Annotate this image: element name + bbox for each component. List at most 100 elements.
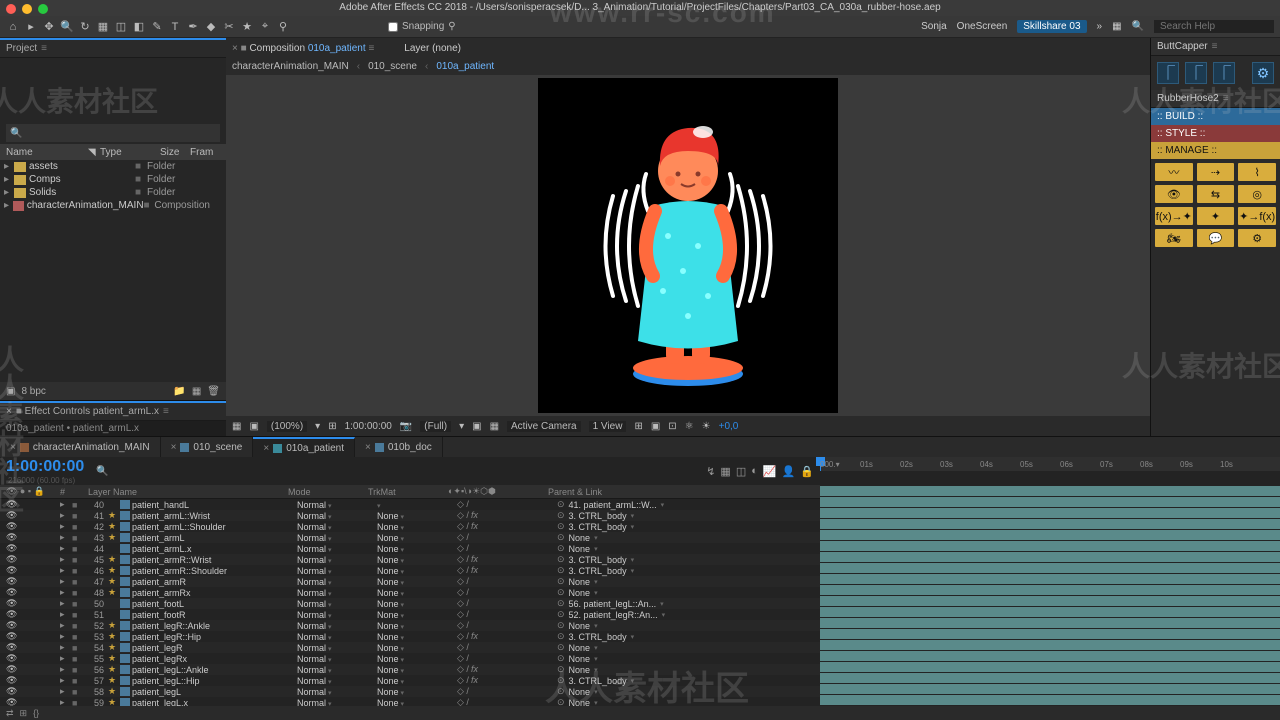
layer-row[interactable]: 👁 ▸ ■ 58 ★ patient_legL Normal None ◇ / … [0,686,820,697]
col-size[interactable]: Size [160,147,190,158]
project-item[interactable]: ▸ Solids ■ Folder [0,186,226,199]
local-axis-icon[interactable]: ⚲ [276,20,290,34]
panel-menu-icon[interactable]: ≡ [41,43,47,54]
twisty-icon[interactable]: ▸ [60,587,72,598]
label-color-icon[interactable]: ■ [72,577,80,587]
shape-tool-icon[interactable]: ◧ [132,20,146,34]
rh-target-icon[interactable]: ◎ [1238,185,1276,203]
layer-switches[interactable]: ◇ / [457,532,557,543]
parent-dropdown[interactable]: 3. CTRL_body [557,521,820,532]
trkmat-dropdown[interactable]: None [377,577,457,587]
twisty-icon[interactable]: ▸ [60,609,72,620]
trkmat-dropdown[interactable]: None [377,687,457,697]
label-color-icon[interactable]: ■ [72,588,80,598]
views-dropdown[interactable]: 1 View [589,421,627,432]
blend-mode-dropdown[interactable]: Normal [297,687,377,697]
layer-switches[interactable]: ◇ / [457,587,557,598]
twisty-icon[interactable]: ▸ [60,543,72,554]
twisty-icon[interactable]: ▸ [60,620,72,631]
visibility-icon[interactable]: 👁 [6,686,17,697]
layer-duration-bar[interactable] [820,673,1280,684]
label-color-icon[interactable]: ■ [72,500,80,510]
layer-switches[interactable]: ◇ / fx [457,510,557,521]
visibility-icon[interactable]: 👁 [6,697,17,706]
mask-icon[interactable]: ▣ [651,421,660,432]
twisty-icon[interactable]: ▸ [60,532,72,543]
visibility-icon[interactable]: 👁 [6,620,17,631]
tl-lock-icon[interactable]: 🔒 [800,465,814,478]
blend-mode-dropdown[interactable]: Normal [297,654,377,664]
resolution-dropdown[interactable]: (Full) [420,421,451,432]
label-color-icon[interactable]: ■ [135,187,147,198]
timeline-tab[interactable]: ×010_scene [161,437,254,457]
col-layer-name[interactable]: Layer Name [88,487,137,497]
layer-row[interactable]: 👁 ▸ ■ 48 ★ patient_armRx Normal None ◇ /… [0,587,820,598]
user-name[interactable]: Sonja [921,21,947,32]
rh-chat-icon[interactable]: 💬 [1197,229,1235,247]
layer-name[interactable]: patient_footL [132,599,297,609]
timeline-tab[interactable]: ×010b_doc [355,437,443,457]
pan-behind-tool-icon[interactable]: ◫ [114,20,128,34]
layer-switches[interactable]: ◇ / fx [457,521,557,532]
layer-switches[interactable]: ◇ / [457,499,557,510]
magnify-icon[interactable]: ▦ [232,421,241,432]
puppet-tool-icon[interactable]: ⌖ [258,20,272,34]
snapping-caret-icon[interactable]: ⚲ [448,21,455,32]
layer-row[interactable]: 👁 ▸ ■ 52 ★ patient_legR::Ankle Normal No… [0,620,820,631]
label-color-icon[interactable]: ■ [72,632,80,642]
layer-duration-bar[interactable] [820,596,1280,607]
visibility-icon[interactable]: 👁 [6,543,17,554]
parent-dropdown[interactable]: 56. patient_legL::An... [557,598,820,609]
col-frame[interactable]: Fram [190,147,220,158]
label-color-icon[interactable]: ■ [135,161,147,172]
project-item[interactable]: ▸ characterAnimation_MAIN ■ Composition [0,199,226,212]
close-icon[interactable]: × [263,443,269,454]
twisty-icon[interactable]: ▸ [60,697,72,706]
layer-row[interactable]: 👁 ▸ ■ 41 ★ patient_armL::Wrist Normal No… [0,510,820,521]
twisty-icon[interactable]: ▸ [60,576,72,587]
layer-row[interactable]: 👁 ▸ ■ 44 patient_armL.x Normal None ◇ / … [0,543,820,554]
twisty-icon[interactable]: ▸ [60,664,72,675]
label-color-icon[interactable]: ■ [72,533,80,543]
trkmat-dropdown[interactable]: None [377,665,457,675]
reset-exposure-icon[interactable]: ☀ [702,421,711,432]
guides-icon[interactable]: ⊞ [634,421,642,432]
layer-switches[interactable]: ◇ / [457,620,557,631]
composition-tab[interactable]: × ■ Composition 010a_patient ≡ [232,43,374,54]
twisty-icon[interactable]: ▸ [60,521,72,532]
bpc-button[interactable]: 8 bpc [21,386,45,397]
parent-dropdown[interactable]: None [557,576,820,587]
layer-duration-bar[interactable] [820,541,1280,552]
visibility-icon[interactable]: 👁 [6,598,17,609]
layer-switches[interactable]: ◇ / [457,609,557,620]
rh-path-icon[interactable]: ⌇ [1238,163,1276,181]
new-comp-icon[interactable]: ▦ [192,386,201,397]
layer-switches[interactable]: ◇ / [457,653,557,664]
camera-tool-icon[interactable]: ▦ [96,20,110,34]
layer-name[interactable]: patient_armL::Shoulder [132,522,297,532]
trkmat-dropdown[interactable]: None [377,511,457,521]
label-color-icon[interactable]: ■ [72,643,80,653]
cap-settings-button[interactable]: ⚙ [1252,62,1274,84]
visibility-icon[interactable]: 👁 [6,521,17,532]
label-color-icon[interactable]: ■ [72,522,80,532]
label-color-icon[interactable]: ■ [72,555,80,565]
rh-hose-icon[interactable]: 〰 [1155,163,1193,181]
visibility-icon[interactable]: 👁 [6,642,17,653]
blend-mode-dropdown[interactable]: Normal [297,577,377,587]
trkmat-dropdown[interactable]: None [377,555,457,565]
blend-mode-dropdown[interactable]: Normal [297,566,377,576]
visibility-icon[interactable]: 👁 [6,576,17,587]
blend-mode-dropdown[interactable]: Normal [297,610,377,620]
twisty-icon[interactable]: ▸ [60,499,72,510]
timeline-track-area[interactable]: bend forwardjump [820,485,1280,706]
layer-name[interactable]: patient_legL::Hip [132,676,297,686]
trkmat-dropdown[interactable]: None [377,698,457,707]
trkmat-dropdown[interactable]: None [377,533,457,543]
buttcapper-panel-header[interactable]: ButtCapper ≡ [1151,38,1280,56]
layer-duration-bar[interactable] [820,695,1280,706]
breadcrumb-current[interactable]: 010a_patient [436,61,494,72]
rh-fx-out-icon[interactable]: ✦→f(x) [1238,207,1276,225]
layer-name[interactable]: patient_armR [132,577,297,587]
blend-mode-dropdown[interactable]: Normal [297,544,377,554]
